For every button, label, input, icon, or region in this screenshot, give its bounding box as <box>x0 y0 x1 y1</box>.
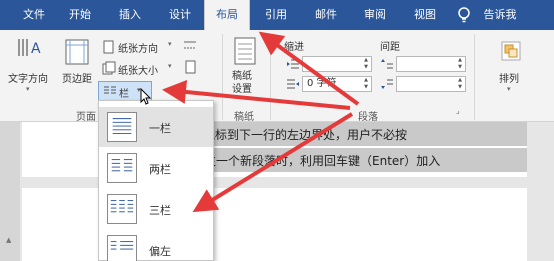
draft-paper-settings-button[interactable]: 稿纸 设置 <box>232 70 252 96</box>
draft-paper-icon <box>234 37 256 65</box>
indent-left-icon <box>287 59 299 69</box>
orientation-button[interactable]: 纸张方向 <box>118 40 158 55</box>
orientation-dropdown-icon[interactable]: ▾ <box>168 40 172 48</box>
spacing-before-spinner[interactable]: ▲ ▼ <box>456 57 464 71</box>
lightbulb-icon <box>458 7 470 23</box>
spacing-after-icon <box>381 79 393 89</box>
indent-right-icon <box>287 79 299 89</box>
text-direction-button[interactable]: 文字方向 <box>8 70 48 85</box>
tab-view[interactable]: 视图 <box>407 0 443 30</box>
columns-option-three[interactable]: 三栏 <box>99 189 213 229</box>
tab-layout[interactable]: 布局 <box>204 0 250 30</box>
columns-option-label: 一栏 <box>149 122 171 135</box>
group-separator <box>222 34 223 120</box>
tab-design[interactable]: 设计 <box>162 0 198 30</box>
page-setup-group-label: 页面 <box>76 112 96 123</box>
tab-review[interactable]: 审阅 <box>357 0 393 30</box>
tab-mailings[interactable]: 邮件 <box>308 0 344 30</box>
ribbon-tab-bar: 文件 开始 插入 设计 布局 引用 邮件 审阅 视图 告诉我 <box>0 0 554 30</box>
columns-option-label: 偏左 <box>149 245 171 258</box>
columns-option-one[interactable]: 一栏 <box>99 107 213 147</box>
indent-left-input[interactable]: ▲ ▼ <box>302 56 372 72</box>
text-direction-dropdown-icon[interactable]: ▾ <box>26 85 30 93</box>
ribbon-layout-panel: A 文字方向 ▾ 页边距 纸张方向 ▾ 纸张大小 ▾ 栏 ▾ 页面 稿纸 设置 … <box>0 30 554 123</box>
columns-icon <box>104 86 116 94</box>
indent-left-spinner[interactable]: ▲ ▼ <box>362 57 370 71</box>
ruler-marker-icon: ▲ <box>6 236 12 244</box>
arrange-button[interactable]: 排列 <box>499 70 519 85</box>
mouse-cursor-icon <box>140 88 152 105</box>
arrange-dropdown-icon[interactable]: ▾ <box>507 85 511 93</box>
spacing-after-input[interactable]: ▲ ▼ <box>396 76 466 92</box>
line-numbers-icon[interactable] <box>182 60 198 74</box>
paragraph-group-label: 段落 <box>358 112 378 123</box>
spacing-before-icon <box>381 59 393 69</box>
spacing-label: 间距 <box>380 42 400 53</box>
three-columns-icon <box>107 194 137 224</box>
columns-option-label: 两栏 <box>149 163 171 176</box>
breaks-icon[interactable] <box>182 38 198 52</box>
columns-label: 栏 <box>119 89 129 100</box>
margins-icon <box>65 39 89 65</box>
text-direction-icon: A <box>18 39 41 57</box>
group-separator <box>270 34 271 120</box>
paragraph-dialog-launcher-icon[interactable]: ⌟ <box>456 106 460 115</box>
paper-size-dropdown-icon[interactable]: ▾ <box>168 62 172 70</box>
paper-size-button[interactable]: 纸张大小 <box>118 62 158 77</box>
columns-option-label: 三栏 <box>149 204 171 217</box>
tab-references[interactable]: 引用 <box>258 0 294 30</box>
indent-right-input[interactable]: 0 字符 ▲ ▼ <box>302 76 372 92</box>
tab-insert[interactable]: 插入 <box>112 0 148 30</box>
indent-right-spinner[interactable]: ▲ ▼ <box>362 77 370 91</box>
orientation-icon <box>103 40 114 54</box>
columns-option-left[interactable]: 偏左 <box>99 230 213 261</box>
left-column-icon <box>107 235 137 261</box>
group-separator <box>474 34 475 120</box>
two-columns-icon <box>107 153 137 183</box>
tab-file[interactable]: 文件 <box>14 0 54 30</box>
arrange-icon <box>501 41 521 61</box>
draft-group-label: 稿纸 <box>234 112 254 123</box>
one-column-icon <box>107 112 137 142</box>
spacing-after-spinner[interactable]: ▲ ▼ <box>456 77 464 91</box>
indent-label: 缩进 <box>284 42 304 53</box>
margins-button[interactable]: 页边距 <box>62 70 92 85</box>
spacing-before-input[interactable]: ▲ ▼ <box>396 56 466 72</box>
tab-home[interactable]: 开始 <box>62 0 98 30</box>
columns-option-two[interactable]: 两栏 <box>99 148 213 188</box>
tell-me-search[interactable]: 告诉我 <box>478 0 522 30</box>
svg-text:A: A <box>31 41 41 57</box>
columns-menu: 一栏 两栏 三栏 偏左 <box>98 100 214 261</box>
paper-size-icon <box>102 61 116 75</box>
